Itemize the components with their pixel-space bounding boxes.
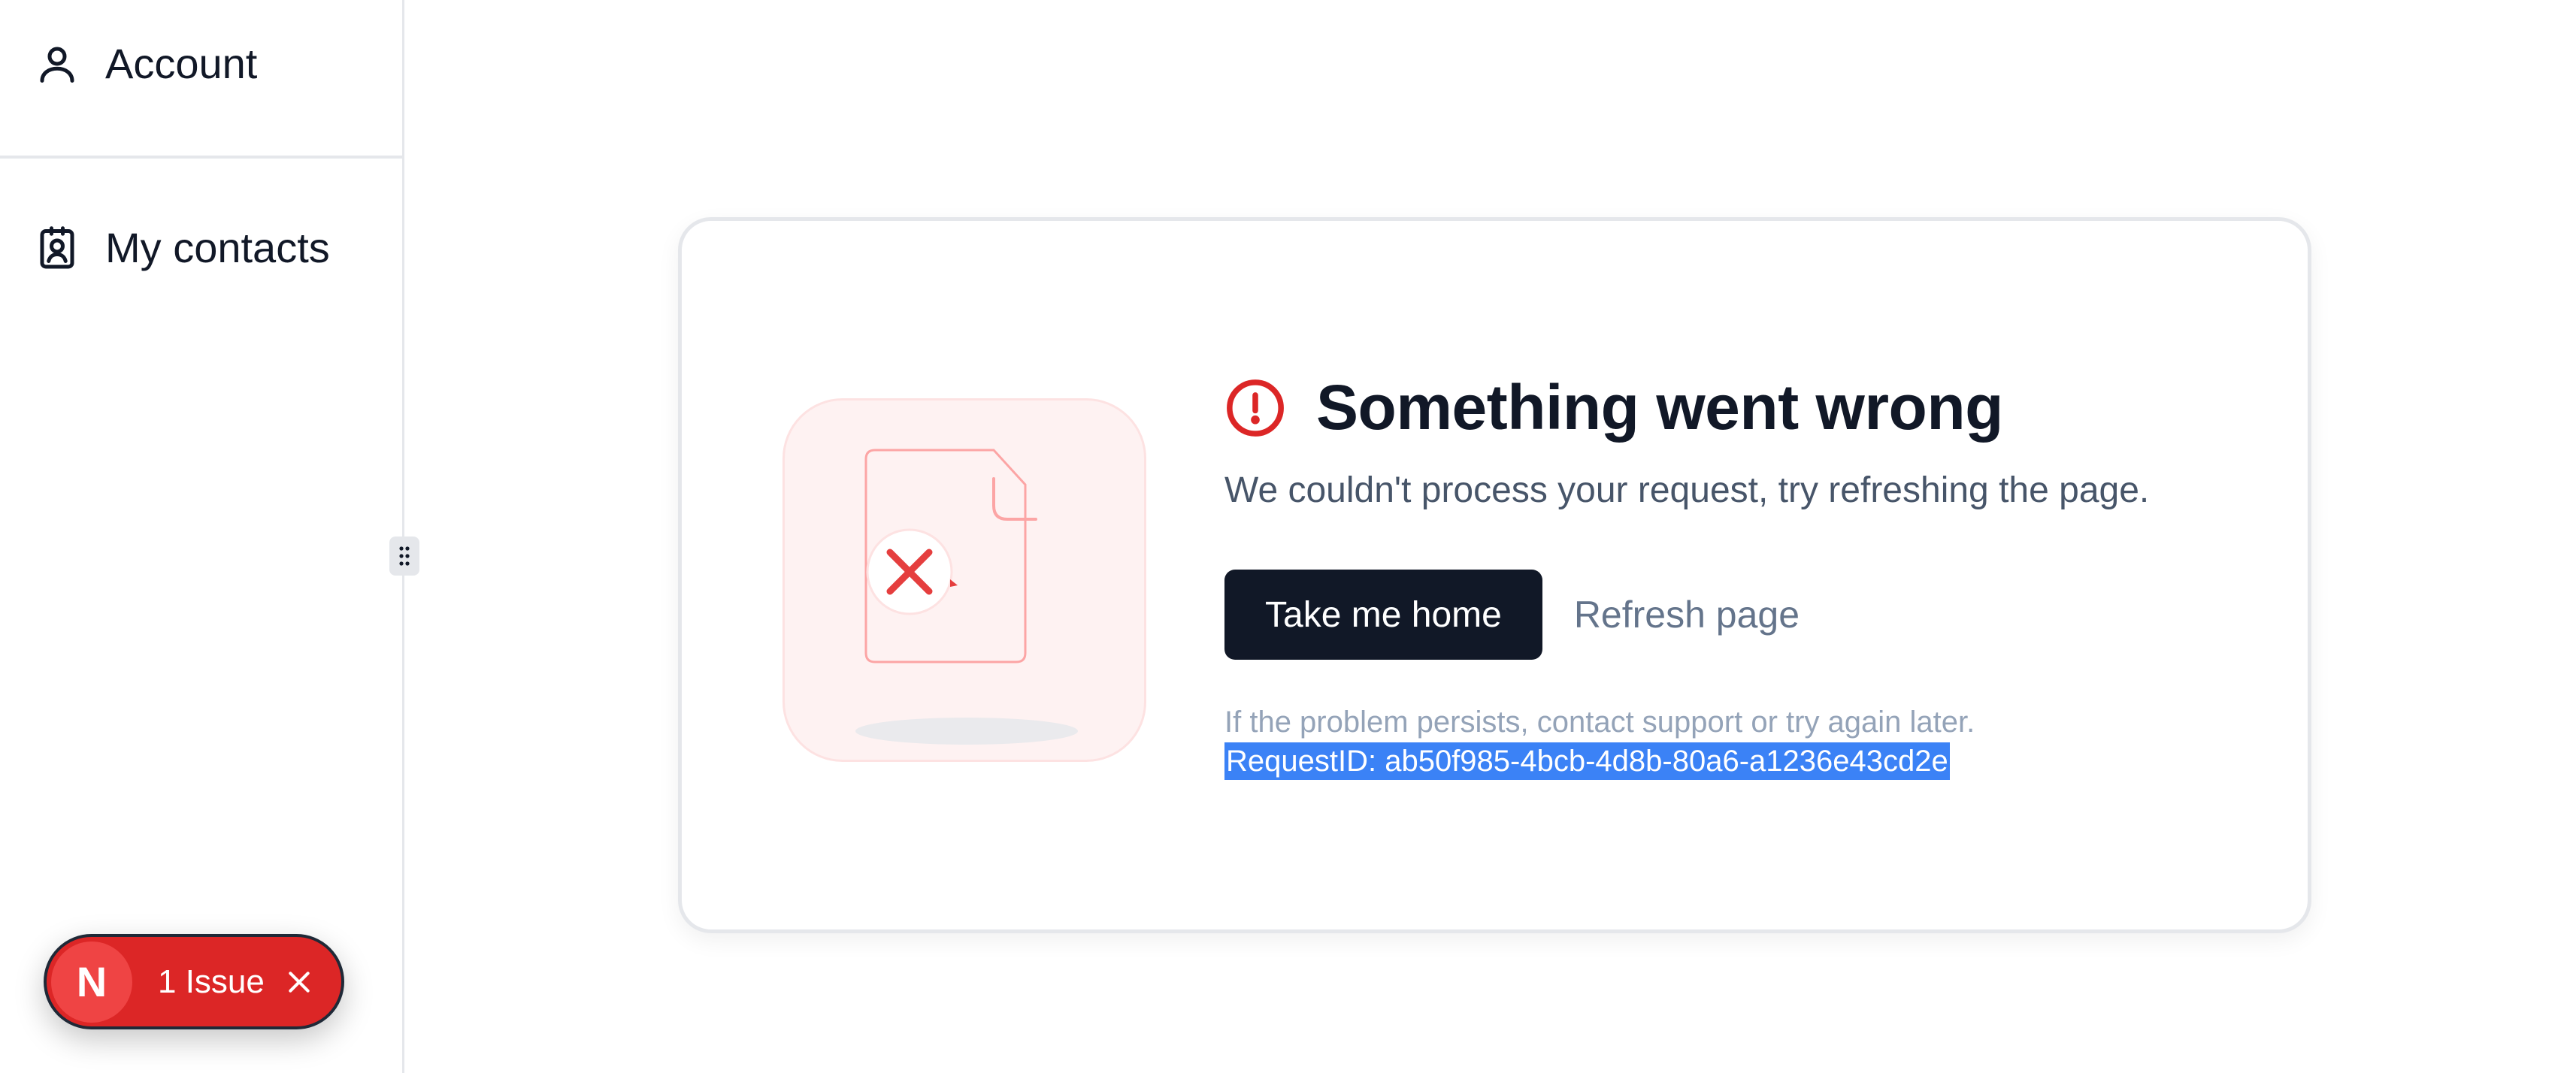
error-content: Something went wrong We couldn't process… xyxy=(1224,371,2277,780)
user-icon xyxy=(40,47,74,83)
close-icon[interactable] xyxy=(284,967,314,997)
error-header: Something went wrong xyxy=(1224,371,2277,444)
sidebar-item-label: My contacts xyxy=(105,224,330,271)
app-root: Account My contacts N 1 Issue Something … xyxy=(0,0,2576,1073)
refresh-page-button[interactable]: Refresh page xyxy=(1574,593,1800,636)
contact-card-icon xyxy=(40,225,74,268)
framework-logo-icon: N xyxy=(51,941,132,1023)
issues-badge-button[interactable]: N 1 Issue xyxy=(44,934,344,1029)
drag-handle-icon xyxy=(399,546,410,566)
request-id: RequestID: ab50f985-4bcb-4d8b-80a6-a1236… xyxy=(1224,742,1950,780)
sidebar-divider xyxy=(0,156,404,159)
sidebar-item-account[interactable]: Account xyxy=(35,39,257,88)
page-title: Something went wrong xyxy=(1316,372,2003,443)
sidebar-resize-handle[interactable] xyxy=(389,536,419,576)
sidebar-item-my-contacts[interactable]: My contacts xyxy=(35,223,330,272)
sidebar: Account My contacts N 1 Issue xyxy=(0,0,404,1073)
error-illustration xyxy=(782,398,1146,762)
error-actions: Take me home Refresh page xyxy=(1224,570,2277,660)
issues-count-label: 1 Issue xyxy=(158,963,265,1000)
take-me-home-button[interactable]: Take me home xyxy=(1224,570,1542,660)
error-message: We couldn't process your request, try re… xyxy=(1224,470,2150,510)
sidebar-item-label: Account xyxy=(105,40,258,87)
help-text: If the problem persists, contact support… xyxy=(1224,706,1975,739)
alert-circle-icon xyxy=(1227,379,1284,437)
error-card: Something went wrong We couldn't process… xyxy=(678,217,2311,933)
broken-file-icon xyxy=(855,449,1078,745)
